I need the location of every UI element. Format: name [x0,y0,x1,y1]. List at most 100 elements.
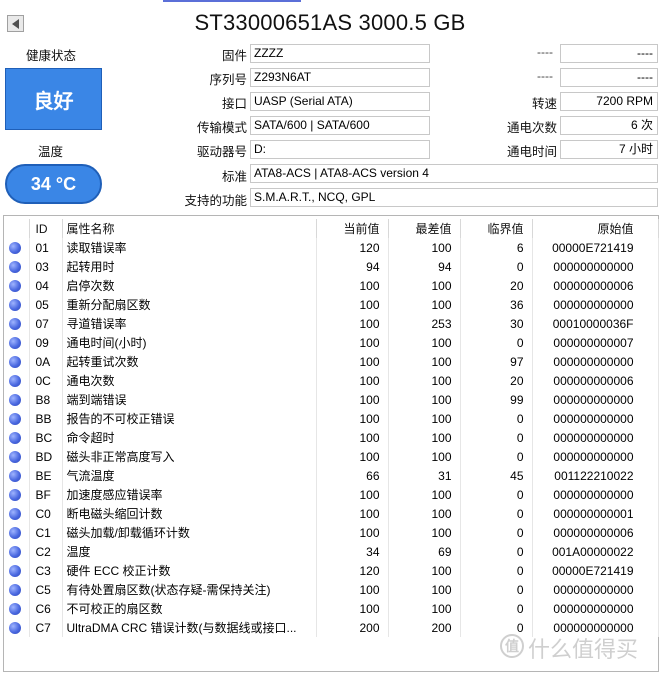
table-row[interactable]: C3 硬件 ECC 校正计数 120 100 0 00000E721419 [4,561,659,580]
attr-threshold: 36 [460,295,533,314]
status-good-icon [9,261,21,274]
table-row[interactable]: C6 不可校正的扇区数 100 100 0 000000000000 [4,599,659,618]
attr-worst: 100 [388,504,461,523]
status-dot-cell [4,485,30,504]
table-row[interactable]: 07 寻道错误率 100 253 30 00010000036F [4,314,659,333]
status-dot-cell [4,352,30,371]
drive-letter-label: 驱动器号 [196,145,247,159]
features-value: S.M.A.R.T., NCQ, GPL [250,188,658,207]
attr-worst: 100 [388,561,461,580]
header-raw[interactable]: 原始值 [532,219,659,238]
table-row[interactable]: C1 磁头加载/卸载循环计数 100 100 0 000000000006 [4,523,659,542]
status-good-icon [9,603,21,616]
status-dot-cell [4,561,30,580]
status-dot-cell [4,542,30,561]
status-good-icon [9,375,21,388]
attr-raw: 000000000000 [532,447,659,466]
status-good-icon [9,299,21,312]
attr-name: 断电磁头缩回计数 [62,504,317,523]
attr-threshold: 20 [460,371,533,390]
table-row[interactable]: BC 命令超时 100 100 0 000000000000 [4,428,659,447]
blank-value-2: ---- [560,68,658,87]
status-dot-cell [4,314,30,333]
table-row[interactable]: 01 读取错误率 120 100 6 00000E721419 [4,238,659,257]
status-good-icon [9,394,21,407]
attr-current: 100 [316,504,389,523]
attr-raw: 000000000006 [532,371,659,390]
table-row[interactable]: 04 启停次数 100 100 20 000000000006 [4,276,659,295]
attr-id: 09 [29,333,63,352]
table-row[interactable]: BB 报告的不可校正错误 100 100 0 000000000000 [4,409,659,428]
attr-name: 气流温度 [62,466,317,485]
table-row[interactable]: BD 磁头非正常高度写入 100 100 0 000000000000 [4,447,659,466]
attr-id: 03 [29,257,63,276]
attr-id: 07 [29,314,63,333]
status-good-icon [9,584,21,597]
status-good-icon [9,318,21,331]
attr-id: BD [29,447,63,466]
attr-raw: 001A00000022 [532,542,659,561]
blank-label-1: ---- [537,45,553,59]
table-row[interactable]: C0 断电磁头缩回计数 100 100 0 000000000001 [4,504,659,523]
attr-name: 通电次数 [62,371,317,390]
header-threshold[interactable]: 临界值 [460,219,533,238]
table-row[interactable]: 09 通电时间(小时) 100 100 0 000000000007 [4,333,659,352]
attr-name: 起转重试次数 [62,352,317,371]
status-dot-cell [4,504,30,523]
table-row[interactable]: C2 温度 34 69 0 001A00000022 [4,542,659,561]
health-status-label: 健康状态 [26,49,77,63]
attr-raw: 00010000036F [532,314,659,333]
table-row[interactable]: 0C 通电次数 100 100 20 000000000006 [4,371,659,390]
attr-threshold: 0 [460,447,533,466]
attr-raw: 000000000000 [532,352,659,371]
attr-name: 加速度感应错误率 [62,485,317,504]
status-good-icon [9,337,21,350]
table-row[interactable]: 03 起转用时 94 94 0 000000000000 [4,257,659,276]
table-row[interactable]: 0A 起转重试次数 100 100 97 000000000000 [4,352,659,371]
rotation-value: 7200 RPM [560,92,658,111]
health-status-badge[interactable]: 良好 [5,68,102,130]
header-worst[interactable]: 最差值 [388,219,461,238]
attr-worst: 100 [388,485,461,504]
header-current[interactable]: 当前值 [316,219,389,238]
power-count-label: 通电次数 [506,121,557,135]
watermark-text: 什么值得买 [528,638,639,663]
attr-raw: 000000000000 [532,580,659,599]
attr-name: UltraDMA CRC 错误计数(与数据线或接口... [62,618,317,637]
attr-id: 04 [29,276,63,295]
header-status[interactable] [4,219,30,238]
attr-threshold: 0 [460,523,533,542]
attr-raw: 000000000007 [532,333,659,352]
header-name[interactable]: 属性名称 [62,219,317,238]
attr-id: 0C [29,371,63,390]
attr-current: 100 [316,333,389,352]
attr-current: 94 [316,257,389,276]
table-row[interactable]: C5 有待处置扇区数(状态存疑-需保持关注) 100 100 0 000000000000 [4,580,659,599]
attr-threshold: 0 [460,504,533,523]
table-row[interactable]: B8 端到端错误 100 100 99 000000000000 [4,390,659,409]
attr-id: 01 [29,238,63,257]
table-row[interactable]: BF 加速度感应错误率 100 100 0 000000000000 [4,485,659,504]
status-good-icon [9,546,21,559]
attr-worst: 100 [388,409,461,428]
attr-raw: 000000000000 [532,428,659,447]
attr-current: 100 [316,428,389,447]
attr-worst: 100 [388,276,461,295]
status-good-icon [9,622,21,635]
status-dot-cell [4,409,30,428]
attr-current: 100 [316,390,389,409]
attr-worst: 94 [388,257,461,276]
attr-threshold: 0 [460,542,533,561]
smart-attributes-table: ID 属性名称 当前值 最差值 临界值 原始值 01 读取错误率 120 100 6 00… [4,219,659,637]
attr-threshold: 0 [460,485,533,504]
header-id[interactable]: ID [29,219,63,238]
attr-id: C0 [29,504,63,523]
standard-value: ATA8-ACS | ATA8-ACS version 4 [250,164,658,183]
table-row[interactable]: 05 重新分配扇区数 100 100 36 000000000000 [4,295,659,314]
temperature-badge[interactable]: 34 °C [5,164,102,204]
attr-name: 读取错误率 [62,238,317,257]
attr-current: 100 [316,276,389,295]
table-row[interactable]: BE 气流温度 66 31 45 001122210022 [4,466,659,485]
attr-worst: 100 [388,352,461,371]
attr-current: 100 [316,371,389,390]
